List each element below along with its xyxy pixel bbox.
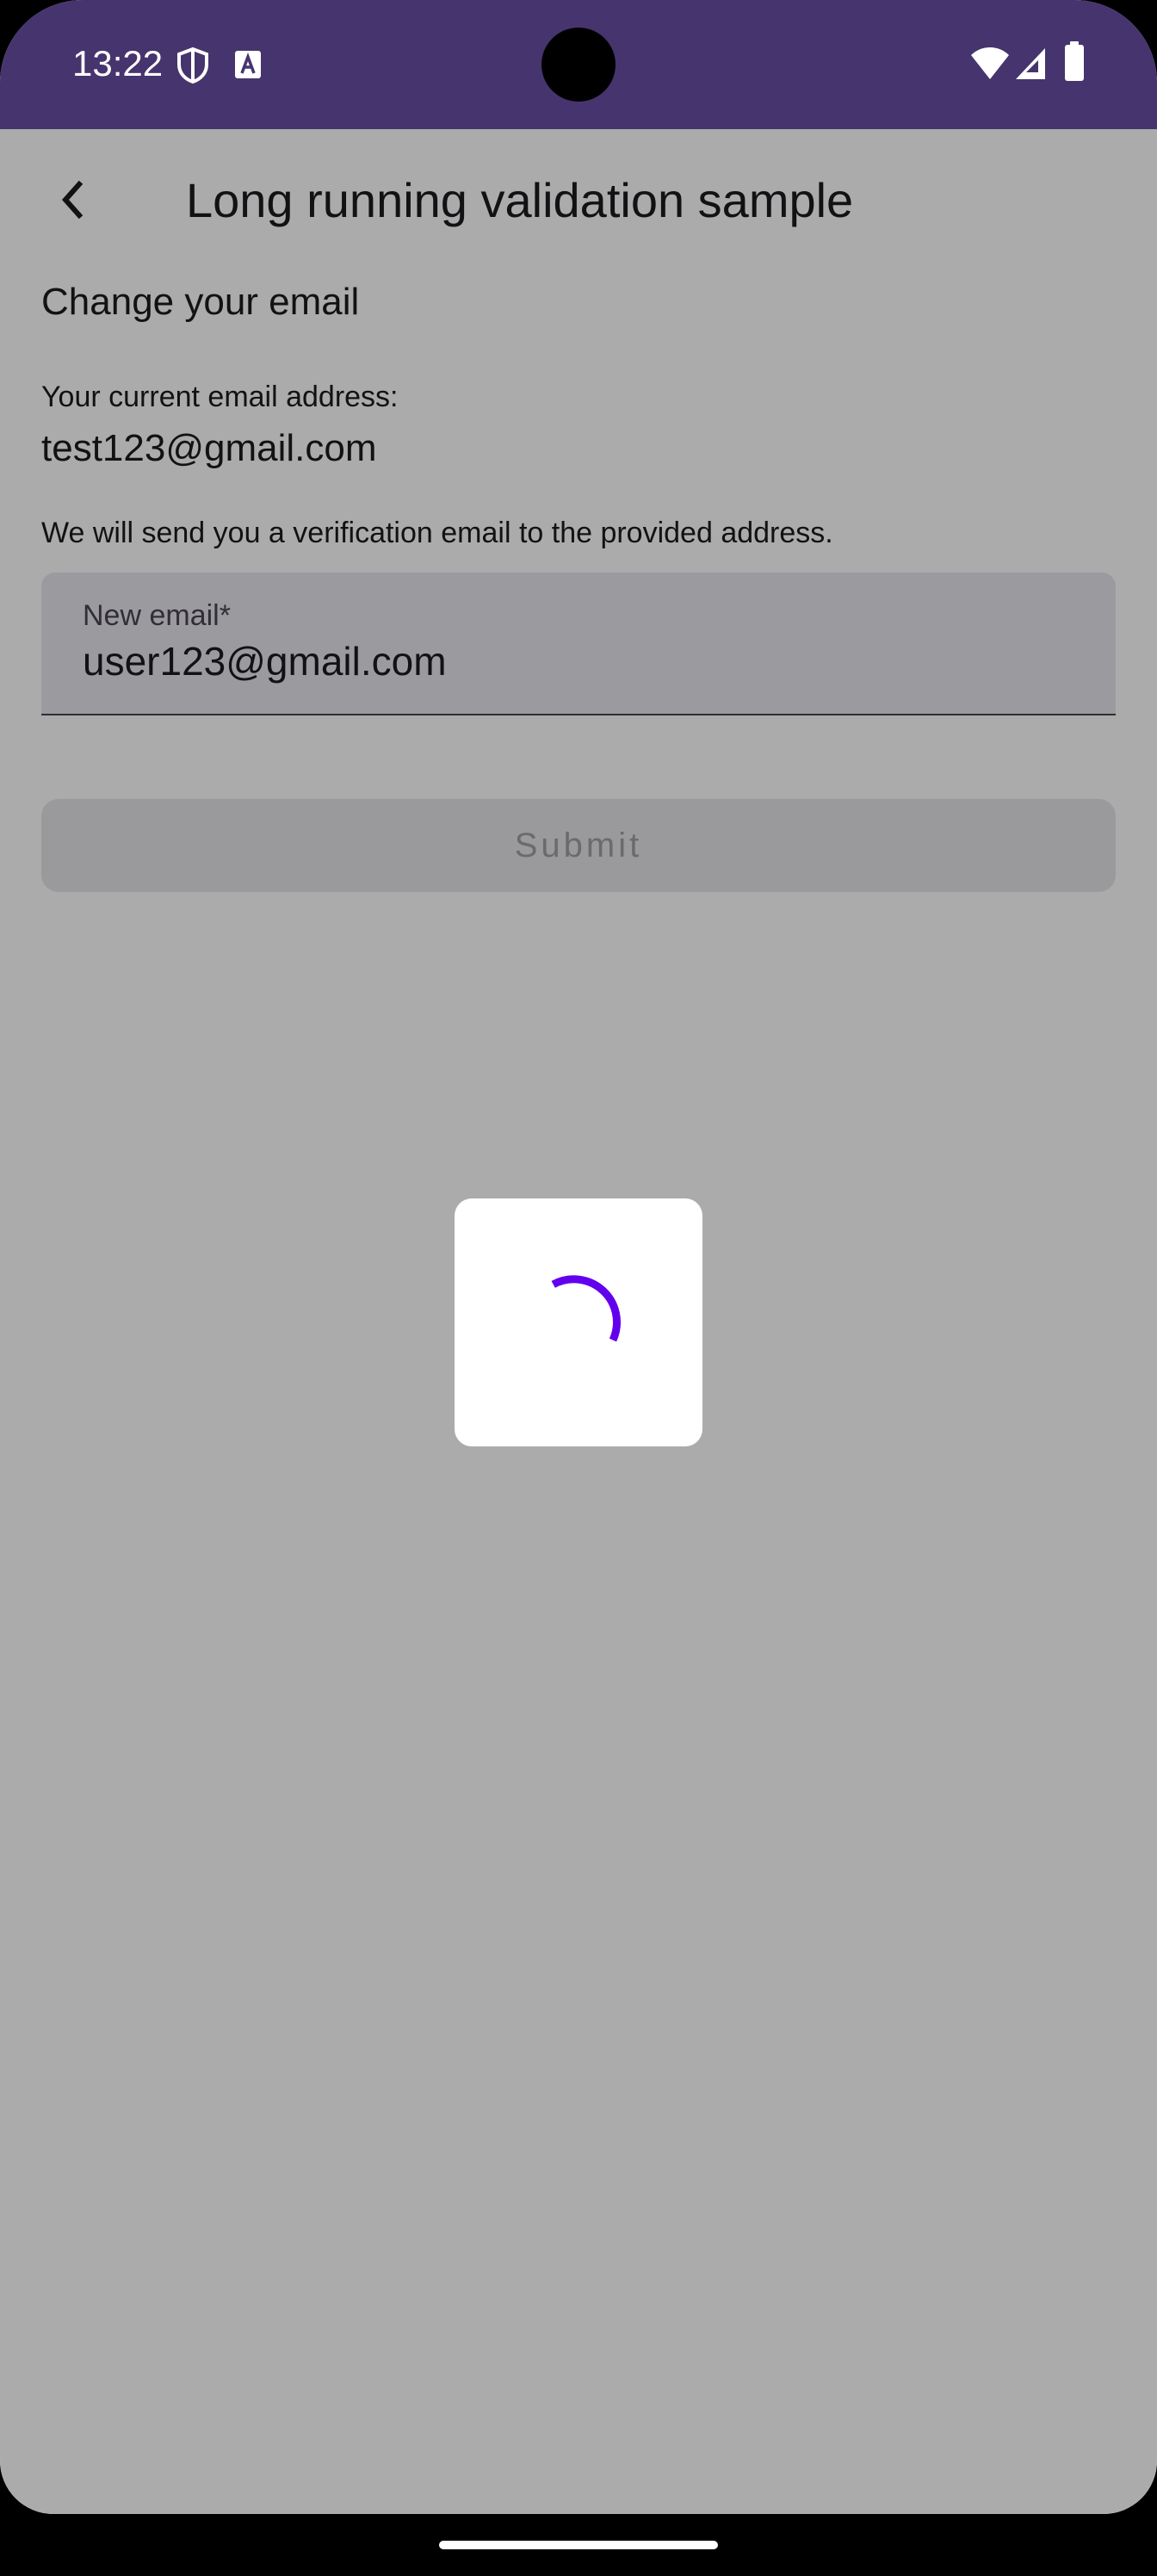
status-time: 13:22 — [72, 43, 164, 84]
status-bar: 13:22 — [0, 0, 1157, 129]
loading-dialog — [455, 1198, 702, 1446]
battery-icon — [1065, 41, 1084, 81]
progress-spinner-icon — [551, 1275, 621, 1342]
wifi-icon — [971, 47, 1009, 79]
gesture-nav-bar[interactable] — [439, 2541, 718, 2549]
cell-signal-icon — [1016, 48, 1045, 79]
app-screen: 13:22 Long running validation sample Cha… — [0, 0, 1157, 2514]
text-a-icon — [235, 51, 261, 78]
shield-icon — [177, 46, 208, 84]
camera-cutout — [541, 28, 616, 102]
